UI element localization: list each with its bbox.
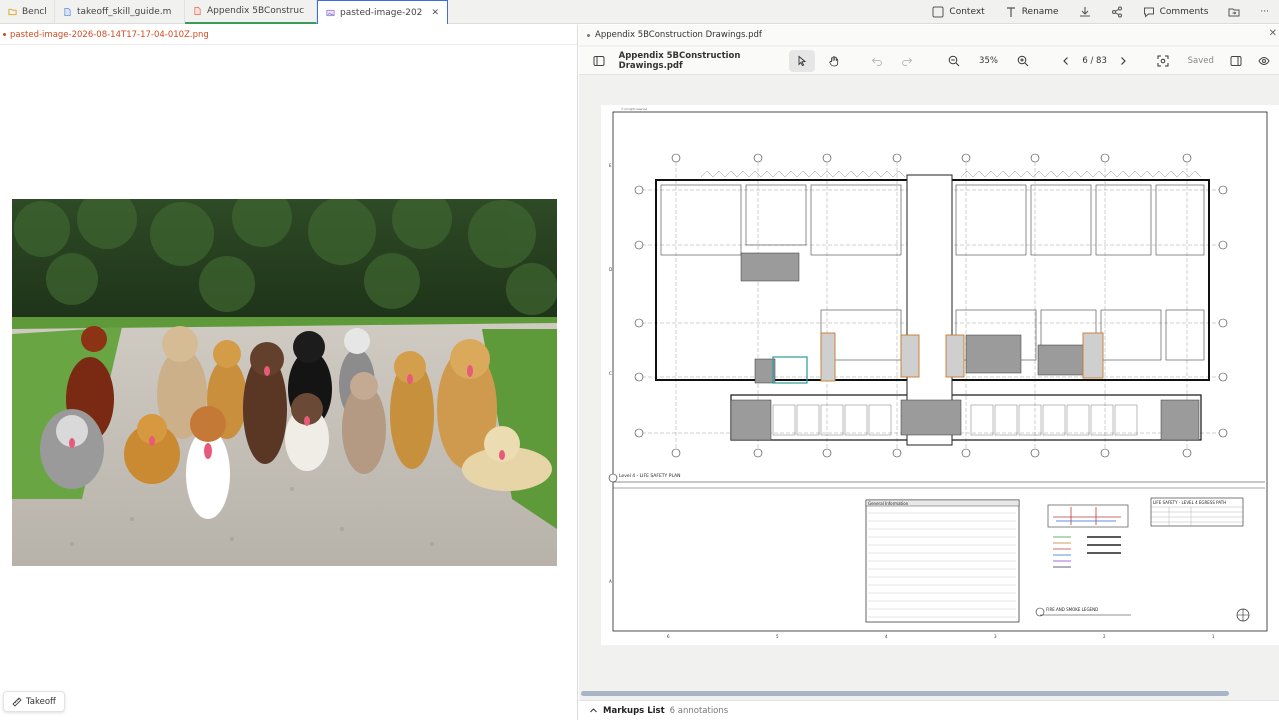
- tab-bar: Bench takeoff_skill_guide.m Appendix 5BC…: [0, 0, 1279, 24]
- chevron-right-icon: [1121, 56, 1127, 65]
- more-button[interactable]: ···: [1250, 0, 1279, 24]
- zoom-out-icon: [948, 55, 960, 66]
- download-button[interactable]: [1069, 0, 1101, 24]
- chevron-left-icon: [1063, 56, 1068, 65]
- file-dot-icon: [587, 33, 590, 37]
- move-to-folder-button[interactable]: [1218, 0, 1250, 24]
- visibility-button[interactable]: [1249, 55, 1279, 67]
- toggle-panel-button[interactable]: [1224, 55, 1250, 67]
- sidebar-icon: [593, 55, 605, 66]
- image-viewer-pane: pasted-image-2026-08-14T17-17-04-010Z.pn…: [0, 25, 578, 720]
- takeoff-label: Takeoff: [26, 696, 56, 707]
- chevron-up-icon: [590, 708, 597, 713]
- tab-appendix-pdf[interactable]: Appendix 5BConstruc: [185, 0, 317, 24]
- comments-button[interactable]: Comments: [1133, 0, 1219, 24]
- cursor-icon: [798, 55, 807, 66]
- col-label-2: 2: [1103, 634, 1106, 639]
- page-indicator[interactable]: 6 / 83: [1081, 56, 1109, 66]
- pdf-icon: [194, 7, 201, 15]
- download-icon: [1079, 7, 1090, 17]
- tab-label: Appendix 5BConstruc: [207, 6, 305, 16]
- undo-button[interactable]: [863, 55, 893, 67]
- panel-right-icon: [1230, 55, 1242, 66]
- egress-table-title: LIFE SAFETY - LEVEL 4 EGRESS PATH: [1153, 500, 1226, 505]
- col-label-6: 6: [667, 634, 670, 639]
- legend-title: FIRE AND SMOKE LEGEND: [1046, 607, 1098, 612]
- drawing-sheet: © All rights reserved E D C B A 6 5 4 3: [601, 105, 1279, 645]
- folder-arrow-icon: [1228, 8, 1240, 17]
- context-label: Context: [949, 7, 985, 17]
- app-window: Bench takeoff_skill_guide.m Appendix 5BC…: [0, 0, 1279, 720]
- zoom-in-button[interactable]: [1003, 55, 1043, 67]
- tab-takeoff-guide[interactable]: takeoff_skill_guide.m: [55, 0, 185, 24]
- next-page-button[interactable]: [1108, 55, 1138, 67]
- share-button[interactable]: [1101, 0, 1133, 24]
- plan-title: Level 4 - LIFE SAFETY PLAN: [619, 473, 681, 479]
- more-label: ···: [1260, 7, 1269, 17]
- image-file-header: pasted-image-2026-08-14T17-17-04-010Z.pn…: [0, 25, 577, 45]
- focus-icon: [1157, 55, 1169, 66]
- checkbox-icon: [932, 6, 944, 18]
- horizontal-scrollbar[interactable]: [581, 691, 1229, 696]
- ruler-icon: [12, 696, 22, 707]
- hand-icon: [829, 55, 838, 66]
- zoom-level[interactable]: 35%: [974, 56, 1004, 66]
- prev-page-button[interactable]: [1051, 55, 1081, 67]
- pdf-viewer-pane: Appendix 5BConstruction Drawings.pdf ✕ A…: [579, 25, 1279, 720]
- redo-button[interactable]: [892, 55, 922, 67]
- select-tool-button[interactable]: [789, 49, 815, 72]
- markups-count: 6 annotations: [669, 705, 729, 716]
- takeoff-button[interactable]: Takeoff: [3, 691, 65, 712]
- pdf-file-header: Appendix 5BConstruction Drawings.pdf: [579, 25, 1279, 45]
- floor-plan-drawing: © All rights reserved E D C B A 6 5 4 3: [608, 107, 1268, 639]
- share-icon: [1111, 6, 1122, 18]
- rename-label: Rename: [1021, 7, 1059, 17]
- col-label-4: 4: [885, 634, 888, 639]
- redo-icon: [902, 57, 913, 66]
- comment-icon: [1143, 7, 1154, 18]
- dogs-photo: [12, 199, 557, 566]
- general-info-title: General Information: [868, 501, 909, 506]
- tab-bench[interactable]: Bench: [0, 0, 55, 24]
- rename-button[interactable]: Rename: [995, 0, 1069, 24]
- top-toolbar: Context Rename Comments ···: [922, 0, 1279, 24]
- image-icon: [326, 9, 335, 16]
- col-label-1: 1: [1212, 634, 1215, 639]
- zoom-in-icon: [1017, 55, 1029, 66]
- image-file-title: pasted-image-2026-08-14T17-17-04-010Z.pn…: [10, 29, 209, 40]
- tab-label: takeoff_skill_guide.m: [77, 7, 172, 17]
- row-label-a: A: [609, 579, 612, 584]
- pdf-toolbar: Appendix 5BConstruction Drawings.pdf 35%: [579, 47, 1279, 75]
- comments-label: Comments: [1159, 7, 1209, 17]
- col-label-3: 3: [994, 634, 997, 639]
- pdf-file-title: Appendix 5BConstruction Drawings.pdf: [595, 30, 762, 40]
- tab-pasted-image[interactable]: pasted-image-2026- ✕: [317, 0, 448, 24]
- text-cursor-icon: [1006, 7, 1015, 17]
- unsaved-dot-icon: [3, 33, 6, 36]
- folder-icon: [8, 8, 17, 16]
- dogs-photo-image: [12, 199, 557, 566]
- row-label-e: E: [609, 163, 612, 168]
- toggle-sidebar-button[interactable]: [579, 55, 619, 67]
- markups-title: Markups List: [603, 705, 665, 716]
- close-pane-icon[interactable]: ✕: [1269, 28, 1277, 39]
- row-label-d: D: [609, 267, 612, 272]
- pan-tool-button[interactable]: [815, 55, 853, 67]
- zoom-out-button[interactable]: [934, 55, 974, 67]
- undo-icon: [872, 57, 883, 66]
- tab-label: pasted-image-2026-: [340, 7, 424, 18]
- col-label-5: 5: [776, 634, 779, 639]
- context-button[interactable]: Context: [922, 0, 994, 24]
- svg-text:© All rights reserved: © All rights reserved: [621, 107, 648, 111]
- fit-page-button[interactable]: [1148, 55, 1178, 67]
- pdf-canvas[interactable]: © All rights reserved E D C B A 6 5 4 3: [579, 75, 1279, 690]
- row-label-c: C: [609, 371, 612, 376]
- tab-label: Bench: [22, 7, 46, 17]
- close-icon[interactable]: ✕: [431, 8, 439, 18]
- eye-icon: [1258, 56, 1270, 65]
- document-icon: [64, 8, 71, 16]
- saved-status: Saved: [1187, 55, 1214, 66]
- pdf-name: Appendix 5BConstruction Drawings.pdf: [618, 50, 741, 71]
- markups-list-bar[interactable]: Markups List 6 annotations: [579, 700, 1279, 720]
